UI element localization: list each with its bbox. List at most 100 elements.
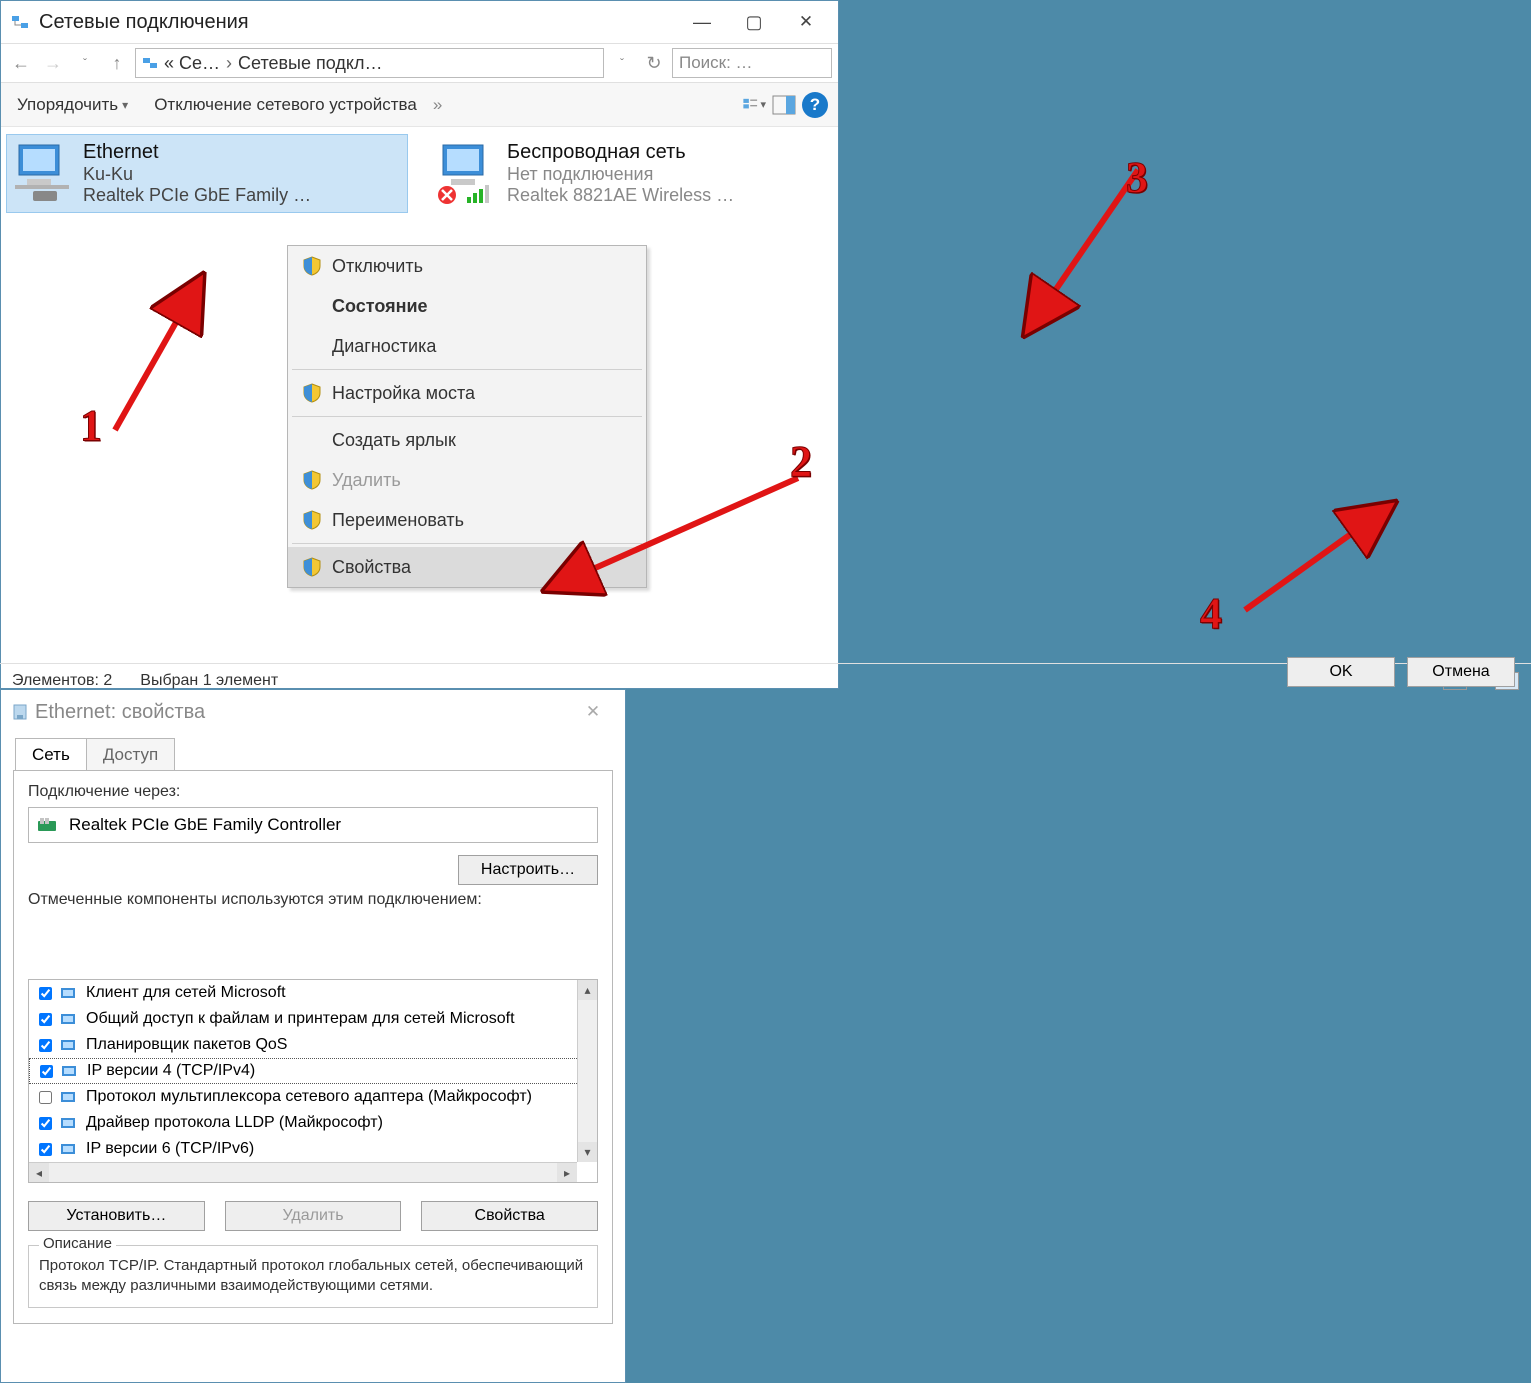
navigation-bar: ← → ˇ ↑ « Се… › Сетевые подкл… ˇ ↻ Поиск… — [1, 43, 838, 83]
component-icon — [60, 1011, 80, 1027]
component-row[interactable]: IP версии 4 (TCP/IPv4) — [29, 1058, 597, 1084]
shield-icon — [302, 557, 322, 577]
breadcrumb-b[interactable]: Сетевые подкл… — [238, 53, 382, 74]
component-icon — [60, 985, 80, 1001]
scroll-up-button[interactable]: ▴ — [578, 980, 597, 1000]
ctx-disable[interactable]: Отключить — [288, 246, 646, 286]
status-item-selected: Выбран 1 элемент — [140, 672, 278, 690]
adapter-list: Ethernet Ku-Ku Realtek PCIe GbE Family … — [1, 127, 838, 647]
shield-icon — [302, 470, 322, 490]
component-icon — [60, 1115, 80, 1131]
nic-icon — [37, 817, 59, 833]
ctx-bridge[interactable]: Настройка моста — [288, 373, 646, 413]
view-mode-button[interactable]: ▾ — [742, 93, 766, 117]
maximize-button[interactable]: ▢ — [728, 4, 780, 40]
scroll-right-button[interactable]: ▸ — [557, 1163, 577, 1182]
ctx-properties[interactable]: Свойства — [288, 547, 646, 587]
folder-icon — [142, 55, 158, 71]
toolbar-more-button[interactable]: » — [433, 95, 442, 115]
ctx-delete: Удалить — [288, 460, 646, 500]
preview-pane-button[interactable] — [772, 93, 796, 117]
adapter-wifi-labels: Беспроводная сеть Нет подключения Realte… — [507, 141, 734, 206]
adapter-name-text: Realtek PCIe GbE Family Controller — [69, 815, 341, 835]
ctx-separator — [292, 416, 642, 417]
context-menu: Отключить Состояние Диагностика Настройк… — [287, 245, 647, 588]
window-title: Ethernet: свойства — [35, 701, 205, 724]
window-icon — [11, 703, 29, 721]
refresh-button[interactable]: ↻ — [640, 49, 668, 77]
component-label: Планировщик пакетов QoS — [86, 1036, 287, 1054]
component-checkbox[interactable] — [39, 1143, 52, 1156]
nav-forward-button[interactable]: → — [39, 49, 67, 77]
component-row[interactable]: Протокол мультиплексора сетевого адаптер… — [29, 1084, 597, 1110]
component-row[interactable]: Общий доступ к файлам и принтерам для се… — [29, 1006, 597, 1032]
breadcrumb-a[interactable]: « Се… — [164, 53, 220, 74]
horizontal-scrollbar[interactable]: ◂ ▸ — [29, 1162, 577, 1182]
nav-back-button[interactable]: ← — [7, 49, 35, 77]
callout-2: 2 — [790, 436, 812, 487]
component-checkbox[interactable] — [39, 1091, 52, 1104]
components-list[interactable]: Клиент для сетей Microsoft Общий доступ к… — [28, 979, 598, 1183]
ctx-shortcut[interactable]: Создать ярлык — [288, 420, 646, 460]
adapter-device: Realtek PCIe GbE Family … — [83, 185, 311, 206]
install-button[interactable]: Установить… — [28, 1201, 205, 1231]
adapter-ethernet[interactable]: Ethernet Ku-Ku Realtek PCIe GbE Family … — [7, 135, 407, 212]
ctx-separator — [292, 369, 642, 370]
window-icon — [11, 13, 29, 31]
adapter-status: Нет подключения — [507, 164, 734, 185]
component-label: Общий доступ к файлам и принтерам для се… — [86, 1010, 515, 1028]
component-icon — [60, 1141, 80, 1157]
tab-access[interactable]: Доступ — [86, 738, 175, 771]
component-row[interactable]: Планировщик пакетов QoS — [29, 1032, 597, 1058]
close-button[interactable]: ✕ — [780, 4, 832, 40]
tab-network[interactable]: Сеть — [15, 738, 87, 771]
tabstrip: Сеть Доступ — [1, 734, 625, 770]
disable-device-button[interactable]: Отключение сетевого устройства — [148, 91, 423, 119]
nav-recent-button[interactable]: ˇ — [71, 49, 99, 77]
description-legend: Описание — [39, 1235, 116, 1252]
scroll-down-button[interactable]: ▾ — [578, 1142, 597, 1162]
ctx-separator — [292, 543, 642, 544]
ok-button[interactable]: OK — [1287, 657, 1395, 687]
configure-button[interactable]: Настроить… — [458, 855, 598, 885]
component-checkbox[interactable] — [40, 1065, 53, 1078]
search-placeholder: Поиск: … — [679, 53, 753, 73]
properties-button[interactable]: Свойства — [421, 1201, 598, 1231]
component-icon — [60, 1089, 80, 1105]
ctx-status[interactable]: Состояние — [288, 286, 646, 326]
description-text: Протокол TCP/IP. Стандартный протокол гл… — [39, 1256, 587, 1295]
component-checkbox[interactable] — [39, 1039, 52, 1052]
adapter-name-box: Realtek PCIe GbE Family Controller — [28, 807, 598, 843]
shield-icon — [302, 256, 322, 276]
component-label: IP версии 4 (TCP/IPv4) — [87, 1062, 255, 1080]
component-checkbox[interactable] — [39, 987, 52, 1000]
close-button[interactable]: ✕ — [567, 694, 619, 730]
scroll-left-button[interactable]: ◂ — [29, 1163, 49, 1182]
ethernet-properties-window: Ethernet: свойства ✕ Сеть Доступ Подключ… — [0, 689, 626, 1383]
wifi-icon — [437, 141, 497, 205]
component-checkbox[interactable] — [39, 1013, 52, 1026]
address-dropdown-button[interactable]: ˇ — [608, 49, 636, 77]
adapter-ethernet-labels: Ethernet Ku-Ku Realtek PCIe GbE Family … — [83, 141, 311, 206]
components-label: Отмеченные компоненты используются этим … — [28, 891, 598, 909]
adapter-wifi[interactable]: Беспроводная сеть Нет подключения Realte… — [431, 135, 831, 212]
help-button[interactable]: ? — [802, 92, 828, 118]
ctx-rename[interactable]: Переименовать — [288, 500, 646, 540]
ctx-diagnostics[interactable]: Диагностика — [288, 326, 646, 366]
organize-menu-button[interactable]: Упорядочить — [11, 91, 134, 119]
nav-up-button[interactable]: ↑ — [103, 49, 131, 77]
component-icon — [61, 1063, 81, 1079]
minimize-button[interactable]: ― — [676, 4, 728, 40]
status-item-count: Элементов: 2 — [12, 672, 112, 690]
component-icon — [60, 1037, 80, 1053]
component-row[interactable]: Драйвер протокола LLDP (Майкрософт) — [29, 1110, 597, 1136]
adapter-status: Ku-Ku — [83, 164, 311, 185]
ethernet-icon — [13, 141, 73, 205]
search-box[interactable]: Поиск: … — [672, 48, 832, 78]
component-row[interactable]: Клиент для сетей Microsoft — [29, 980, 597, 1006]
address-bar[interactable]: « Се… › Сетевые подкл… — [135, 48, 604, 78]
component-row[interactable]: IP версии 6 (TCP/IPv6) — [29, 1136, 597, 1162]
component-checkbox[interactable] — [39, 1117, 52, 1130]
vertical-scrollbar[interactable]: ▴ ▾ — [577, 980, 597, 1162]
cancel-button[interactable]: Отмена — [1407, 657, 1515, 687]
